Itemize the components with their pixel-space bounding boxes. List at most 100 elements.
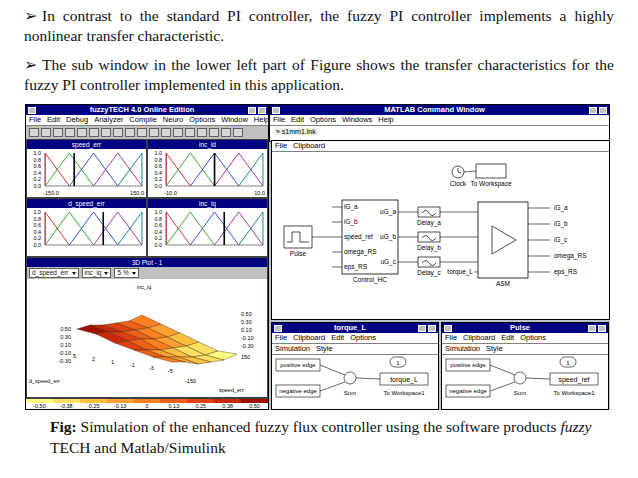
machine-block[interactable]: torque_LiG_aiG_biG_comega_RSeps_RSASM — [447, 202, 587, 287]
value-marker[interactable] — [223, 212, 225, 245]
variable-window[interactable]: d_speed_err1.00.80.60.40.20.0 — [26, 198, 147, 257]
variable-window[interactable]: inc_iq1.00.80.60.40.20.0 — [147, 198, 268, 257]
membership-term[interactable] — [118, 212, 142, 245]
membership-term[interactable] — [239, 153, 263, 186]
negative-edge-block[interactable] — [446, 385, 490, 397]
membership-term[interactable] — [190, 153, 238, 186]
menu-item[interactable]: File — [275, 333, 287, 343]
matlab-window[interactable]: MATLAB Command WindowFileEditOptionsWind… — [269, 104, 610, 142]
positive-edge-block[interactable] — [446, 359, 490, 371]
menu-item[interactable]: Options — [310, 115, 336, 125]
subsystem-window[interactable]: torque_LFileClipboardEditOptionsSimulati… — [271, 322, 439, 410]
subsystem-window[interactable]: PulseFileClipboardEditOptionsSimulationS… — [441, 322, 609, 410]
menu-item[interactable]: Style — [316, 344, 333, 354]
tool-icon[interactable] — [137, 128, 147, 137]
title-bar[interactable]: fuzzyTECH 4.0 Online Edition — [26, 105, 268, 115]
membership-term[interactable] — [215, 153, 263, 186]
value-marker[interactable] — [214, 153, 216, 186]
tool-icon[interactable] — [113, 128, 123, 137]
menu-item[interactable]: Clipboard — [463, 333, 495, 343]
plot3d-field[interactable]: inc_iq — [82, 268, 112, 278]
tool-icon[interactable] — [125, 128, 135, 137]
menu-item[interactable]: Clipboard — [293, 141, 325, 151]
negative-edge-block[interactable] — [276, 385, 320, 397]
menu-item[interactable]: Style — [486, 344, 503, 354]
plot3d-field[interactable]: 5 % — [114, 268, 138, 278]
menu-item[interactable]: Neuro — [163, 115, 183, 125]
sum-icon[interactable] — [514, 372, 526, 384]
tool-icon[interactable] — [197, 128, 207, 137]
delay-block[interactable]: Delay_c — [417, 257, 441, 277]
minimize-icon[interactable] — [418, 325, 426, 332]
surface-plot[interactable]: inc_iq0.500.300.10-0.10-0.300.500.300.10… — [27, 279, 267, 395]
workspace-block[interactable]: To Workspace — [470, 164, 511, 188]
menu-item[interactable]: Window — [221, 115, 248, 125]
tool-icon[interactable] — [65, 128, 75, 137]
menu-item[interactable]: File — [275, 141, 287, 151]
tool-icon[interactable] — [161, 128, 171, 137]
menu-item[interactable]: Edit — [501, 333, 514, 343]
simulink-window[interactable]: File Clipboard ClockTo Workspace Pulse iG_ai… — [271, 140, 610, 320]
maximize-icon[interactable] — [258, 107, 266, 114]
system-menu-icon[interactable] — [28, 107, 36, 114]
output-port[interactable] — [390, 357, 406, 367]
menu-item[interactable]: Options — [189, 115, 215, 125]
tool-icon[interactable] — [185, 128, 195, 137]
workspace-block[interactable] — [380, 373, 428, 385]
tool-icon[interactable] — [233, 128, 243, 137]
variable-window[interactable]: inc_id1.00.80.60.40.20.0-10.010.0 — [147, 139, 268, 198]
menu-item[interactable]: Clipboard — [293, 333, 325, 343]
tool-icon[interactable] — [209, 128, 219, 137]
positive-edge-block[interactable] — [276, 359, 320, 371]
tool-icon[interactable] — [149, 128, 159, 137]
delay-block[interactable]: Delay_a — [417, 207, 441, 227]
plot3d-window[interactable]: 3D Plot - 1d_speed_errinc_iq5 %inc_iq0.5… — [26, 257, 268, 398]
fuzzytech-window[interactable]: fuzzyTECH 4.0 Online EditionFileEditDebu… — [25, 104, 269, 410]
tool-icon[interactable] — [173, 128, 183, 137]
command-area[interactable]: » s1mm1.lnk — [270, 126, 609, 141]
output-port[interactable] — [560, 357, 576, 367]
tool-icon[interactable] — [77, 128, 87, 137]
minimize-icon[interactable] — [589, 107, 597, 114]
tool-icon[interactable] — [53, 128, 63, 137]
delay-block[interactable]: Delay_b — [417, 232, 441, 252]
menu-item[interactable]: Help — [378, 115, 393, 125]
system-menu-icon[interactable] — [272, 107, 280, 114]
membership-term[interactable] — [239, 212, 263, 245]
pulse-block[interactable]: Pulse — [284, 226, 312, 257]
subsystem-diagram[interactable]: positive edgenegative edgeSum1speed_refT… — [442, 355, 608, 409]
menu-item[interactable]: Debug — [66, 115, 88, 125]
subsystem-block[interactable]: iG_aiG_bspeed_refomega_RSeps_RSuG_auG_bu… — [342, 200, 398, 284]
menu-item[interactable]: File — [445, 333, 457, 343]
maximize-icon[interactable] — [599, 107, 607, 114]
tool-icon[interactable] — [29, 128, 39, 137]
title-bar[interactable]: torque_L — [272, 323, 438, 333]
workspace-block[interactable] — [550, 373, 598, 385]
maximize-icon[interactable] — [598, 325, 606, 332]
menu-item[interactable]: Options — [520, 333, 546, 343]
membership-term[interactable] — [215, 212, 263, 245]
membership-term[interactable] — [69, 212, 117, 245]
membership-term[interactable] — [94, 153, 142, 186]
tool-icon[interactable] — [41, 128, 51, 137]
menu-item[interactable]: Windows — [342, 115, 372, 125]
sum-icon[interactable] — [344, 372, 356, 384]
membership-term[interactable] — [190, 212, 238, 245]
menu-item[interactable]: Simulation — [275, 344, 310, 354]
menu-item[interactable]: Edit — [291, 115, 304, 125]
title-bar[interactable]: MATLAB Command Window — [270, 105, 609, 115]
system-menu-icon[interactable] — [444, 325, 452, 332]
clock-block[interactable]: Clock — [450, 166, 467, 187]
minimize-icon[interactable] — [588, 325, 596, 332]
tool-icon[interactable] — [101, 128, 111, 137]
maximize-icon[interactable] — [428, 325, 436, 332]
menu-item[interactable]: File — [29, 115, 41, 125]
membership-term[interactable] — [166, 212, 214, 245]
menu-item[interactable]: Edit — [331, 333, 344, 343]
membership-term[interactable] — [69, 153, 117, 186]
value-marker[interactable] — [73, 153, 75, 186]
value-marker[interactable] — [102, 212, 104, 245]
tool-icon[interactable] — [89, 128, 99, 137]
system-menu-icon[interactable] — [274, 325, 282, 332]
menu-item[interactable]: Help — [254, 115, 269, 125]
